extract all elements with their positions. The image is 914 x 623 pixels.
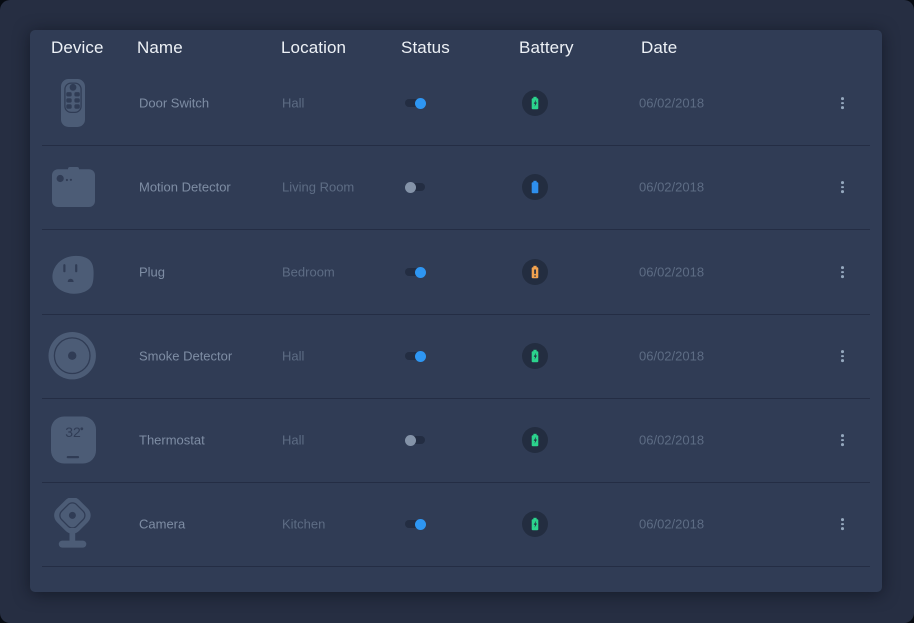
svg-text:32: 32 [65,424,81,440]
